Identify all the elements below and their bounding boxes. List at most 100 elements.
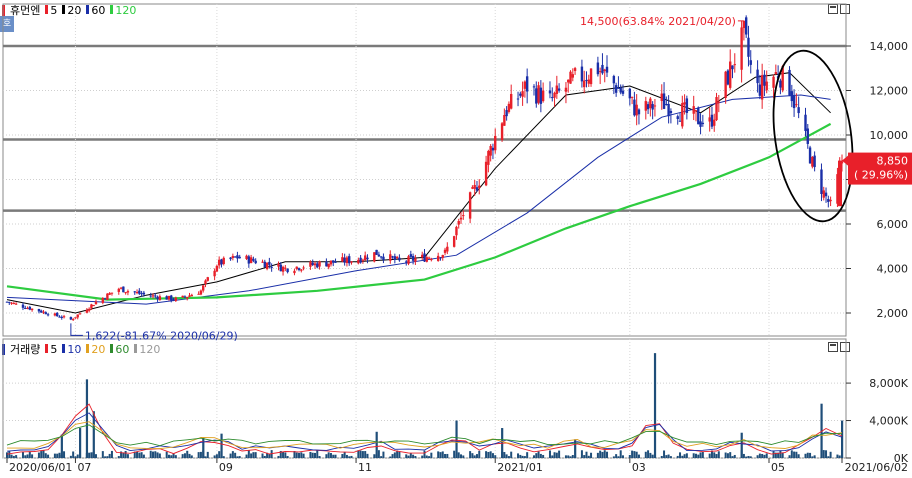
- candle-body: [535, 88, 538, 104]
- volume-bar: [236, 456, 239, 458]
- volume-bar: [341, 454, 344, 458]
- volume-peak-bar: [455, 420, 458, 458]
- candle-body: [183, 296, 187, 298]
- volume-bar: [583, 455, 586, 458]
- candle-body: [635, 104, 638, 116]
- candle-body: [605, 66, 609, 73]
- volume-bar: [761, 453, 764, 458]
- volume-peak-bar: [220, 433, 223, 458]
- candle-body: [507, 103, 511, 112]
- volume-bar: [628, 454, 631, 458]
- volume-bar: [334, 454, 337, 458]
- volume-bar: [40, 451, 43, 458]
- volume-bar: [444, 453, 447, 458]
- candle-body: [808, 147, 812, 164]
- volume-bar: [136, 451, 139, 458]
- volume-bar: [539, 453, 542, 458]
- x-tick-label: 05: [771, 461, 785, 474]
- volume-bar: [295, 452, 298, 458]
- candle-body: [765, 81, 768, 91]
- volume-bar: [491, 453, 494, 458]
- candle-body: [619, 87, 622, 93]
- price-tick-label: 4,000: [877, 263, 909, 276]
- volume-bar: [587, 455, 590, 458]
- candle-body: [551, 97, 554, 99]
- candle-body: [188, 295, 191, 297]
- candle-body: [569, 71, 572, 84]
- candle-body: [263, 261, 267, 268]
- candle-body: [409, 254, 413, 257]
- volume-bar: [12, 455, 15, 458]
- candle-body: [268, 261, 271, 265]
- candle-body: [633, 99, 636, 116]
- candle-body: [108, 293, 111, 295]
- candle-body: [473, 184, 476, 189]
- candle-body: [443, 249, 447, 253]
- candle-body: [494, 135, 497, 151]
- volume-bar: [10, 454, 13, 458]
- price-volume-chart: 14,00012,00010,0008,0006,0004,0002,00014…: [0, 3, 912, 478]
- candle-body: [407, 256, 410, 264]
- candle-body: [236, 255, 239, 259]
- volume-bar: [505, 454, 508, 458]
- candle-body: [14, 303, 18, 305]
- candle-body: [731, 65, 734, 70]
- volume-bar: [359, 450, 362, 458]
- volume-bar: [507, 456, 510, 458]
- volume-bar: [361, 451, 364, 458]
- candle-body: [327, 263, 330, 268]
- candle-body: [505, 110, 508, 117]
- candle-body: [423, 253, 426, 262]
- candle-body: [630, 96, 634, 98]
- price-tick-label: 6,000: [877, 218, 909, 231]
- volume-bar: [580, 450, 583, 458]
- candle-body: [462, 215, 465, 217]
- volume-bar: [599, 450, 602, 458]
- candle-body: [158, 296, 162, 301]
- candle-body: [795, 104, 798, 106]
- volume-bar: [717, 451, 720, 458]
- candle-body: [190, 294, 193, 297]
- candle-body: [245, 255, 248, 259]
- candle-body: [491, 147, 495, 151]
- volume-bar: [829, 451, 832, 458]
- volume-bar: [457, 452, 460, 458]
- volume-bar: [692, 453, 695, 458]
- volume-bar: [345, 454, 348, 458]
- candle-body: [124, 292, 127, 294]
- candle-body: [729, 61, 732, 88]
- candle-body: [644, 101, 647, 111]
- candle-body: [601, 64, 604, 74]
- candle-body: [398, 257, 401, 261]
- candle-body: [516, 98, 520, 100]
- candle-body: [293, 270, 296, 274]
- volume-bar: [282, 451, 285, 458]
- candle-body: [555, 85, 559, 94]
- candle-body: [126, 291, 130, 293]
- volume-bar: [140, 452, 143, 458]
- volume-bar: [405, 454, 408, 458]
- volume-bar: [647, 450, 650, 458]
- volume-bar: [389, 456, 392, 458]
- candle-body: [710, 114, 714, 127]
- volume-bar: [535, 453, 538, 458]
- candle-body: [637, 109, 641, 115]
- candle-body: [548, 90, 552, 94]
- volume-bar: [612, 456, 615, 458]
- candle-body: [758, 84, 762, 96]
- volume-bar: [489, 451, 492, 458]
- volume-bar: [517, 453, 520, 458]
- candle-body: [186, 297, 189, 299]
- volume-peak-bar: [375, 431, 378, 458]
- candle-body: [62, 316, 66, 318]
- candle-body: [468, 192, 472, 219]
- volume-bar: [425, 455, 428, 458]
- current-price-change: ( 29.96%): [854, 169, 908, 182]
- candle-body: [715, 97, 718, 121]
- candle-body: [541, 90, 545, 102]
- volume-bar: [101, 451, 104, 458]
- candle-body: [822, 190, 825, 198]
- candle-body: [170, 295, 173, 301]
- volume-bar: [724, 452, 727, 458]
- volume-bar: [729, 452, 732, 458]
